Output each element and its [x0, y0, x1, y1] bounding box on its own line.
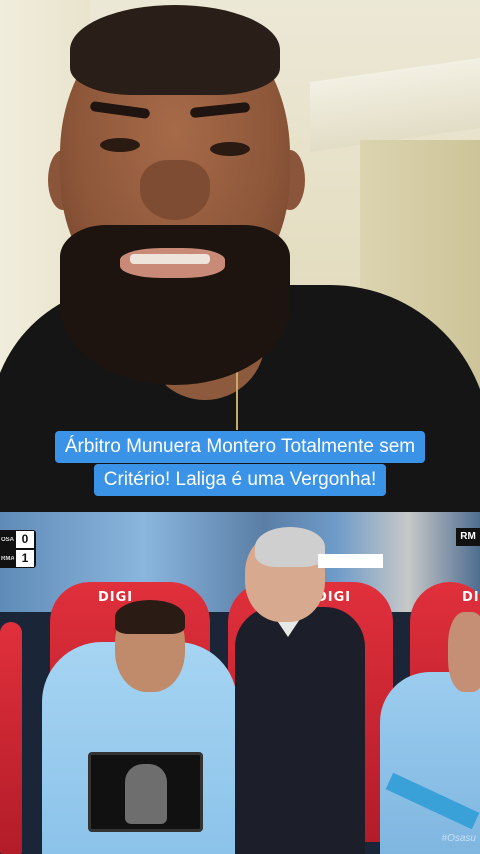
staff-member-right — [380, 672, 480, 854]
home-team-abbr: OSA — [1, 536, 14, 543]
ceiling-beam — [310, 58, 480, 152]
coach-suit — [235, 607, 365, 854]
commentator-teeth — [130, 254, 210, 264]
tablet-mount — [125, 764, 167, 824]
coach-hair — [255, 527, 325, 567]
caption-line-2: Critério! Laliga é uma Vergonha! — [93, 464, 387, 496]
webcam-video: Árbitro Munuera Montero Totalmente sem C… — [0, 0, 480, 512]
home-score: 0 — [16, 531, 34, 548]
caption-line-1: Árbitro Munuera Montero Totalmente sem — [54, 431, 426, 463]
staff-member-left-hair — [115, 600, 185, 634]
channel-logo: RM — [456, 528, 480, 546]
scoreboard: OSA 0 RMA 1 — [0, 530, 36, 568]
hashtag-watermark: #Osasu — [441, 833, 476, 844]
score-row-away: RMA 1 — [0, 549, 36, 568]
seat-logo: DIGI — [462, 590, 480, 605]
away-team-abbr: RMA — [1, 555, 14, 562]
score-row-home: OSA 0 — [0, 530, 36, 549]
commentator-nose — [140, 160, 210, 220]
commentator-eye-left — [100, 138, 140, 152]
match-broadcast-video: DIGI DIGI DIGI OSA 0 RMA 1 RM #Osasu — [0, 512, 480, 854]
video-caption: Árbitro Munuera Montero Totalmente sem C… — [0, 430, 480, 496]
broadcast-info-bar — [318, 554, 383, 568]
dugout-seat — [0, 622, 22, 854]
commentator-hair — [70, 5, 280, 95]
commentator-eye-right — [210, 142, 250, 156]
away-score: 1 — [16, 550, 34, 567]
staff-member-right-head — [448, 612, 480, 692]
